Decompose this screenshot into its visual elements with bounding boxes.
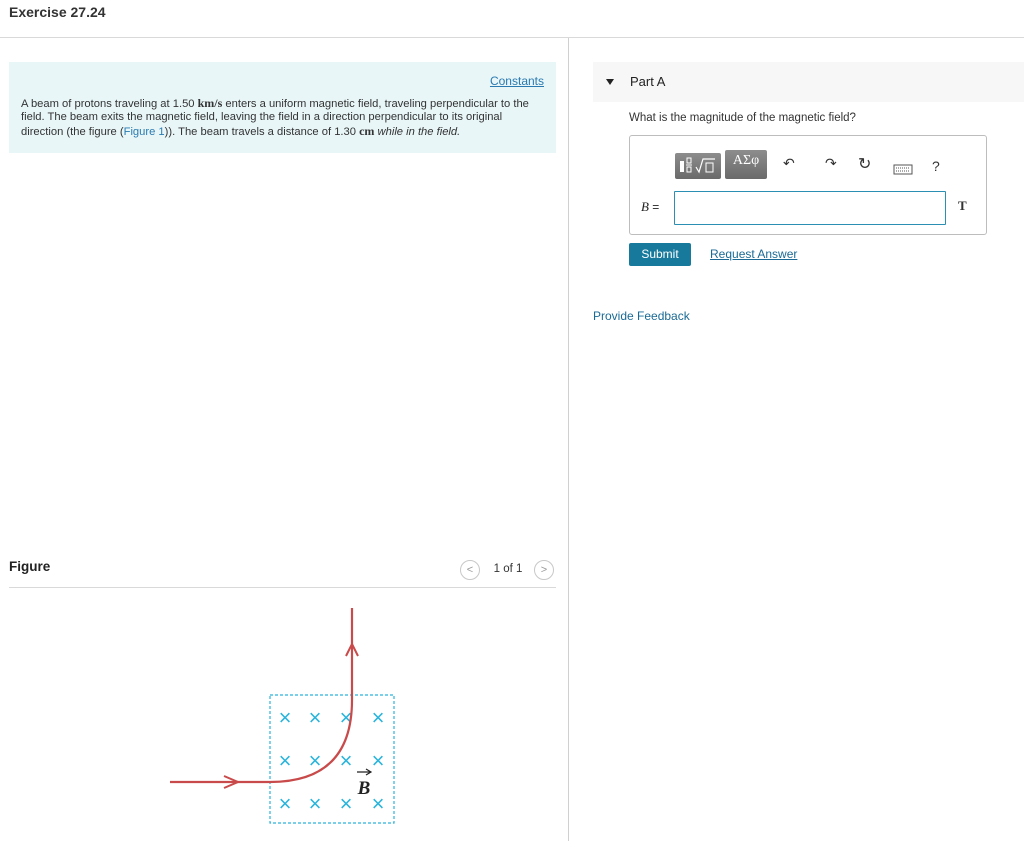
collapse-triangle-icon[interactable]: [606, 79, 614, 85]
field-x-marker: ×: [279, 748, 292, 773]
next-figure-button[interactable]: >: [534, 560, 554, 580]
figure-label: Figure: [9, 559, 51, 574]
reset-icon[interactable]: ↻: [858, 154, 871, 174]
provide-feedback-link[interactable]: Provide Feedback: [593, 309, 690, 323]
problem-text-1: A beam of protons traveling at 1.50: [21, 98, 198, 110]
template-icon: [680, 157, 715, 174]
redo-icon[interactable]: ↷: [825, 155, 837, 172]
undo-icon[interactable]: ↶: [783, 155, 795, 172]
request-answer-link[interactable]: Request Answer: [710, 247, 797, 261]
part-a-question: What is the magnitude of the magnetic fi…: [629, 112, 856, 124]
templates-button[interactable]: [675, 153, 721, 179]
constants-link[interactable]: Constants: [490, 74, 544, 88]
distance-unit: cm: [359, 123, 375, 138]
problem-text-3: )). The beam travels a distance of 1.30: [164, 125, 360, 138]
answer-input[interactable]: [674, 191, 946, 225]
header-divider: [0, 37, 1024, 38]
field-x-marker: ×: [309, 705, 322, 730]
previous-figure-button[interactable]: <: [460, 560, 480, 580]
variable-label: B =: [641, 199, 659, 215]
speed-unit: km/s: [197, 96, 223, 110]
part-a-header[interactable]: Part A: [593, 62, 1024, 102]
field-x-marker: ×: [340, 748, 353, 773]
part-a-label: Part A: [630, 74, 666, 89]
field-vector-label: B: [357, 778, 371, 799]
problem-text-4: while in the field.: [377, 125, 461, 138]
proton-beam-path: [170, 608, 354, 784]
figure-divider: [9, 587, 556, 588]
help-icon[interactable]: ?: [932, 158, 940, 174]
field-x-marker: ×: [309, 748, 322, 773]
field-x-marker: ×: [279, 705, 292, 730]
submit-button[interactable]: Submit: [629, 243, 691, 266]
figure-diagram: × × × × × × × × × × × × B: [170, 608, 395, 824]
vector-arrow-icon: [357, 768, 373, 776]
greek-symbols-button[interactable]: ΑΣφ: [725, 150, 767, 179]
column-divider: [568, 38, 569, 841]
page-title: Exercise 27.24: [9, 4, 106, 20]
field-x-marker: ×: [372, 791, 385, 816]
unit-label: T: [958, 198, 967, 213]
field-x-marker: ×: [279, 791, 292, 816]
figure-page-count: 1 of 1: [493, 563, 523, 575]
keyboard-icon[interactable]: [893, 164, 915, 176]
problem-text: A beam of protons traveling at 1.50 km/s…: [21, 96, 541, 139]
field-x-marker: ×: [309, 791, 322, 816]
figure-link[interactable]: Figure 1: [124, 126, 165, 138]
field-x-marker: ×: [340, 791, 353, 816]
equals-sign: =: [648, 200, 660, 214]
problem-statement: Constants A beam of protons traveling at…: [9, 62, 556, 153]
figure-pager: < 1 of 1 >: [460, 560, 556, 580]
field-x-marker: ×: [372, 748, 385, 773]
answer-editor: ΑΣφ ↶ ↷ ↻ ? B =: [629, 135, 987, 235]
variable-symbol: B: [641, 199, 649, 214]
field-x-marker: ×: [372, 705, 385, 730]
